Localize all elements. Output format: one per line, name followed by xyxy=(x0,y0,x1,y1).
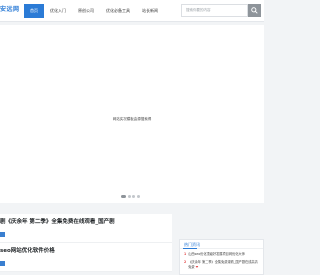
rank-title[interactable]: 《庆余年 第二季》全集免费观看_国产剧在线高清免费 ❤ xyxy=(188,260,259,270)
search-input[interactable]: 搜索你要的内容 xyxy=(181,4,248,17)
slider-dot[interactable] xyxy=(132,195,135,198)
slider-dots xyxy=(121,195,140,198)
nav-item-webmaster-news[interactable]: 站长新闻 xyxy=(136,4,164,18)
main-nav: 首页 优化入门 原创公司 优化必备工具 站长新闻 xyxy=(24,4,164,18)
widget-title: 热门资讯 xyxy=(180,240,263,249)
post-list: 剧《庆余年 第二季》全集免费在线观看_国产剧 seo网站优化软件价格 xyxy=(0,214,172,272)
slider-dot[interactable] xyxy=(136,195,140,198)
banner-slider[interactable]: 网站实况模板由源搜索得 xyxy=(0,25,264,203)
post-meta xyxy=(0,232,172,237)
list-item[interactable]: seo网站优化软件价格 xyxy=(0,243,172,272)
search-icon xyxy=(251,7,258,14)
site-logo[interactable]: 安远网 xyxy=(0,4,20,13)
search-button[interactable] xyxy=(248,4,261,17)
rank-number: 1 xyxy=(184,252,187,256)
slider-dot[interactable] xyxy=(121,195,126,198)
rank-number: 2 xyxy=(184,260,187,264)
list-item[interactable]: 1 山西seo优化顶级好发展项目网优化大师 xyxy=(184,252,259,257)
nav-item-seo-tools[interactable]: 优化必备工具 xyxy=(100,4,136,18)
hot-news-list: 1 山西seo优化顶级好发展项目网优化大师 2 《庆余年 第二季》全集免费观看_… xyxy=(180,249,263,270)
post-meta xyxy=(0,261,172,266)
slider-dot[interactable] xyxy=(127,195,131,198)
heart-icon: ❤ xyxy=(195,265,199,269)
list-item[interactable]: 2 《庆余年 第二季》全集免费观看_国产剧在线高清免费 ❤ xyxy=(184,260,259,270)
rank-title[interactable]: 山西seo优化顶级好发展项目网优化大师 xyxy=(188,252,259,257)
nav-item-home[interactable]: 首页 xyxy=(24,4,44,18)
post-title[interactable]: seo网站优化软件价格 xyxy=(0,247,172,256)
category-tag-icon[interactable] xyxy=(0,232,5,237)
nav-item-original-company[interactable]: 原创公司 xyxy=(72,4,100,18)
category-tag-icon[interactable] xyxy=(0,261,5,266)
rank-title-text: 《庆余年 第二季》全集免费观看_国产剧在线高清免费 xyxy=(188,260,258,269)
nav-item-seo-intro[interactable]: 优化入门 xyxy=(44,4,72,18)
hot-news-widget: 热门资讯 1 山西seo优化顶级好发展项目网优化大师 2 《庆余年 第二季》全集… xyxy=(179,239,264,275)
banner-caption: 网站实况模板由源搜索得 xyxy=(112,117,152,121)
site-header: 安远网 首页 优化入门 原创公司 优化必备工具 站长新闻 搜索你要的内容 xyxy=(0,0,264,22)
post-title[interactable]: 剧《庆余年 第二季》全集免费在线观看_国产剧 xyxy=(0,218,172,227)
list-item[interactable]: 剧《庆余年 第二季》全集免费在线观看_国产剧 xyxy=(0,214,172,243)
